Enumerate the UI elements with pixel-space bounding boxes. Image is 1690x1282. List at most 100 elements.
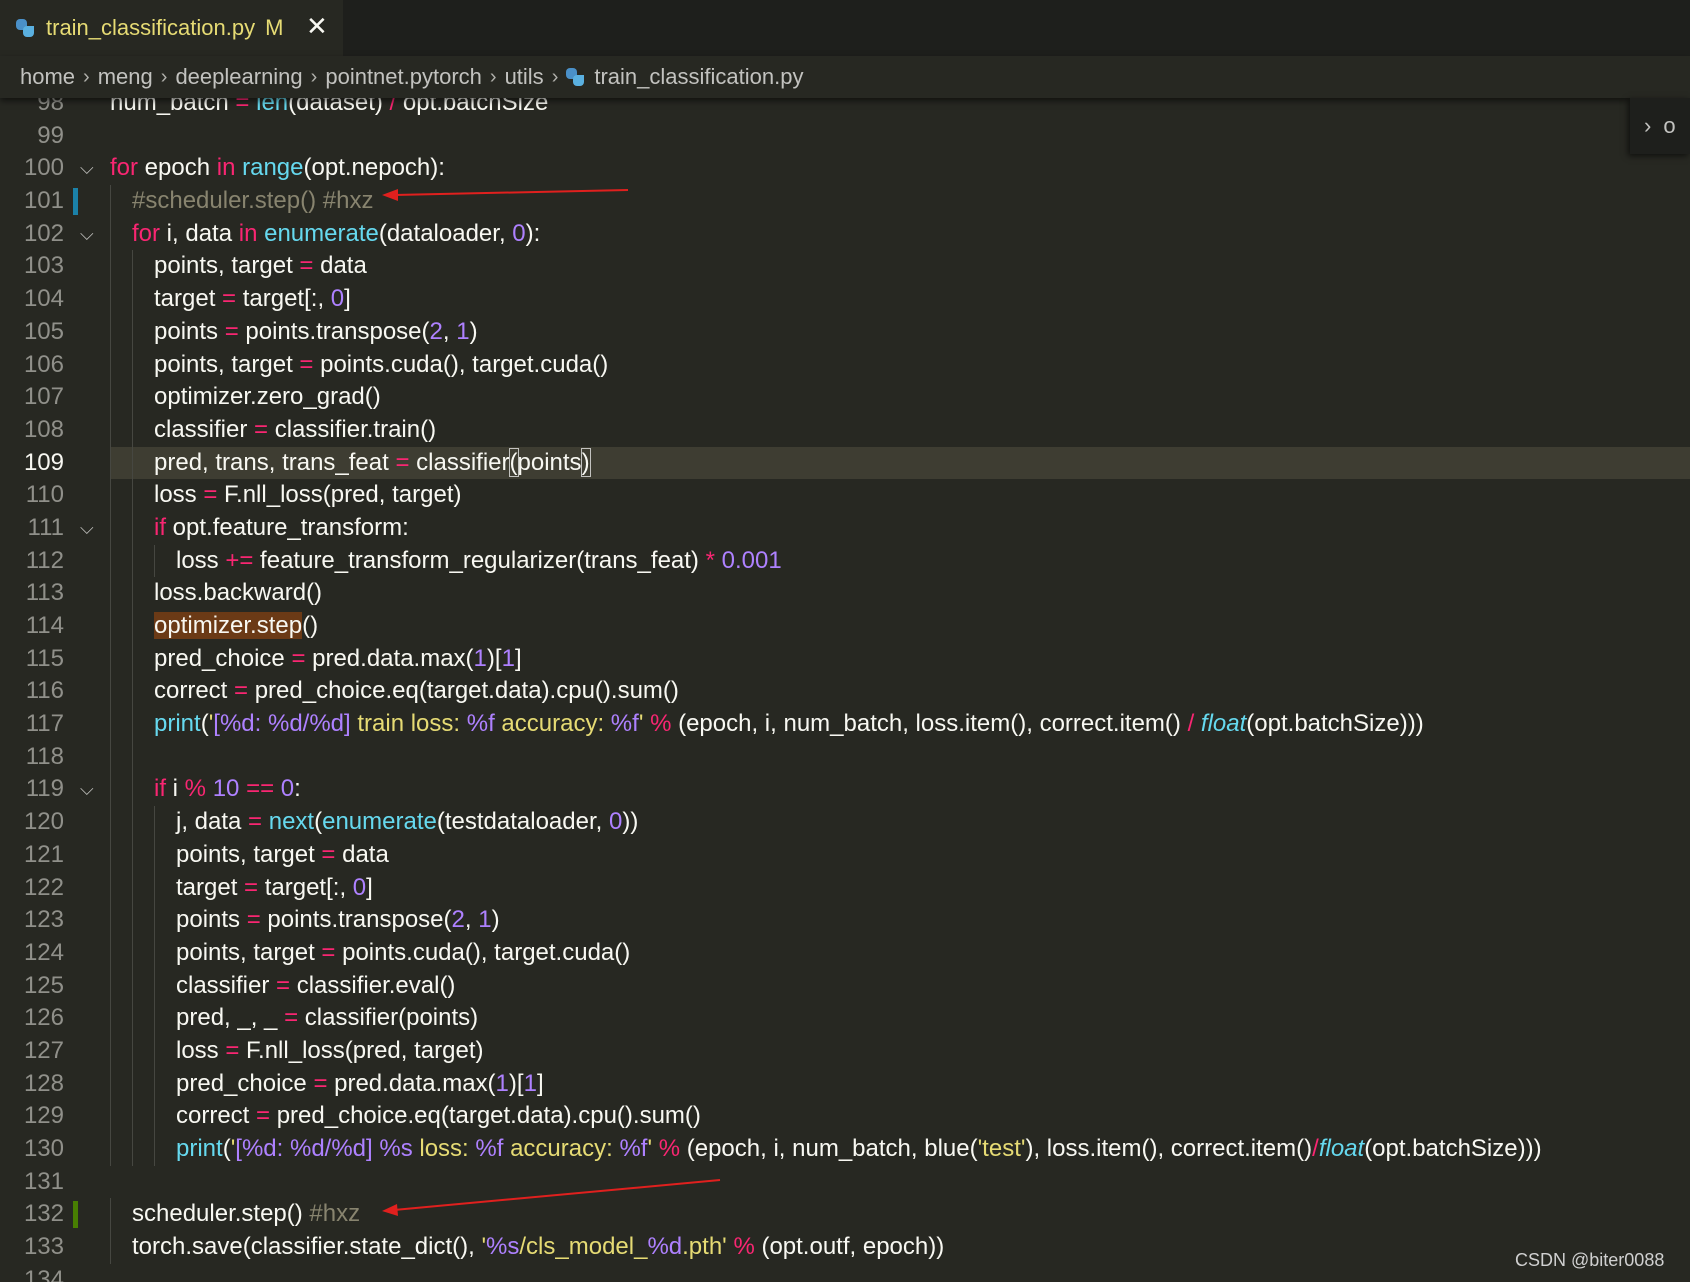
indent-guide <box>132 904 133 937</box>
code-editor[interactable]: 98 num_batch = len(dataset) / opt.batchSi… <box>0 98 1690 1282</box>
code-line[interactable]: 128 pred_choice = pred.data.max(1)[1] <box>0 1067 1690 1101</box>
code-text: correct = pred_choice.eq(target.data).cp… <box>154 675 679 708</box>
code-line[interactable]: 112 loss += feature_transform_regularizer… <box>0 544 1690 578</box>
code-token: pred_choice <box>176 1069 314 1097</box>
code-token: #scheduler.step() #hxz <box>132 187 374 215</box>
code-token: % <box>733 1233 755 1261</box>
code-token: += <box>225 546 254 574</box>
indent-guide <box>154 1067 155 1101</box>
breadcrumb-item-meng[interactable]: meng <box>98 64 153 90</box>
code-line[interactable]: 130 print('[%d: %d/%d] %s loss: %f accura… <box>0 1133 1690 1166</box>
code-line[interactable]: 108 classifier = classifier.train() <box>0 413 1690 447</box>
code-text: for i, data in enumerate(dataloader, 0): <box>132 218 540 251</box>
code-line[interactable]: 110 loss = F.nll_loss(pred, target) <box>0 479 1690 512</box>
code-line[interactable]: 132 scheduler.step() #hxz <box>0 1198 1690 1232</box>
code-line[interactable]: 115 pred_choice = pred.data.max(1)[1] <box>0 642 1690 676</box>
line-number: 111 <box>27 513 64 541</box>
code-line[interactable]: 109 pred, trans, trans_feat = classifier(… <box>0 446 1690 480</box>
indent-guide <box>132 479 133 512</box>
code-line[interactable]: 98 num_batch = len(dataset) / opt.batchSi… <box>0 98 1690 120</box>
fold-chevron-icon[interactable]: ⌵ <box>80 773 94 806</box>
modified-line-marker[interactable] <box>73 188 78 216</box>
code-line[interactable]: 125 classifier = classifier.eval() <box>0 969 1690 1003</box>
indent-guide <box>110 544 111 578</box>
code-line[interactable]: 121 points, target = data <box>0 838 1690 872</box>
code-token: = <box>203 481 218 509</box>
code-line[interactable]: 120 j, data = next(enumerate(testdataload… <box>0 806 1690 839</box>
line-number: 123 <box>23 906 64 934</box>
code-line[interactable]: 126 pred, _, _ = classifier(points) <box>0 1002 1690 1035</box>
code-line[interactable]: 114 optimizer.step() <box>0 610 1690 643</box>
chevron-right-icon: › <box>551 65 559 88</box>
code-token: (testdataloader, <box>436 808 609 836</box>
indent-guide <box>132 806 133 839</box>
code-line[interactable]: 113 loss.backward() <box>0 577 1690 610</box>
code-text: points, target = points.cuda(), target.c… <box>154 349 608 382</box>
code-line[interactable]: 129 correct = pred_choice.eq(target.data)… <box>0 1100 1690 1133</box>
code-line[interactable]: 127 loss = F.nll_loss(pred, target) <box>0 1034 1690 1068</box>
fold-chevron-icon[interactable]: ⌵ <box>80 152 94 185</box>
code-line[interactable]: 101 #scheduler.step() #hxz <box>0 185 1690 218</box>
code-token: 1 <box>473 644 487 672</box>
added-line-marker[interactable] <box>73 1201 78 1229</box>
code-line[interactable]: 134 <box>0 1264 1690 1282</box>
code-token: ( <box>508 447 519 477</box>
indent-guide <box>132 250 133 284</box>
outline-panel-toggle[interactable]: › o <box>1630 98 1690 154</box>
fold-chevron-icon[interactable]: ⌵ <box>80 218 94 251</box>
code-line[interactable]: 124 points, target = points.cuda(), targe… <box>0 936 1690 970</box>
code-line[interactable]: 122 target = target[:, 0] <box>0 871 1690 905</box>
breadcrumb-item-file[interactable]: train_classification.py <box>594 64 803 90</box>
code-line[interactable]: 133 torch.save(classifier.state_dict(), '… <box>0 1231 1690 1264</box>
line-number: 115 <box>25 644 64 672</box>
indent-guide <box>110 479 111 512</box>
code-line[interactable]: 103 points, target = data <box>0 250 1690 284</box>
indent-guide <box>110 283 111 316</box>
code-line[interactable]: 105 points = points.transpose(2, 1) <box>0 315 1690 349</box>
editor-tab[interactable]: train_classification.py M ✕ <box>0 0 343 56</box>
chevron-right-icon[interactable]: › <box>1644 113 1651 139</box>
code-token: == <box>246 775 275 803</box>
code-token: #hxz <box>309 1200 361 1228</box>
code-line[interactable]: 100 ⌵ for epoch in range(opt.nepoch): <box>0 152 1690 185</box>
code-line[interactable]: 119 ⌵ if i % 10 == 0: <box>0 773 1690 807</box>
code-line[interactable]: 131 <box>0 1166 1690 1199</box>
code-line[interactable]: 107 optimizer.zero_grad() <box>0 381 1690 414</box>
indent-guide <box>110 871 111 905</box>
breadcrumb-item-utils[interactable]: utils <box>505 64 544 90</box>
breadcrumb-item-pointnet[interactable]: pointnet.pytorch <box>325 64 482 90</box>
indent-guide <box>110 1034 111 1068</box>
code-token: % <box>658 1135 681 1162</box>
breadcrumb-item-home[interactable]: home <box>20 64 75 90</box>
breadcrumb-item-deeplearning[interactable]: deeplearning <box>175 64 302 90</box>
code-token: points.cuda(), target.cuda() <box>335 938 631 966</box>
fold-chevron-icon[interactable]: ⌵ <box>80 512 94 545</box>
code-line[interactable]: 104 target = target[:, 0] <box>0 283 1690 316</box>
code-line[interactable]: 116 correct = pred_choice.eq(target.data)… <box>0 675 1690 709</box>
code-text: loss.backward() <box>154 577 322 610</box>
code-token: opt.batchSize <box>396 98 549 116</box>
code-line[interactable]: 118 <box>0 740 1690 774</box>
code-token: ] <box>536 1069 544 1097</box>
indent-guide <box>110 1133 111 1166</box>
code-token: pred_choice.eq(target.data).cpu().sum() <box>248 677 679 705</box>
code-line[interactable]: 111 ⌵ if opt.feature_transform: <box>0 511 1690 545</box>
indent-guide <box>132 381 133 414</box>
close-icon[interactable]: ✕ <box>306 11 328 42</box>
indent-guide <box>110 838 111 872</box>
code-token: pred_choice <box>154 644 292 672</box>
code-token: 2 <box>451 906 465 934</box>
code-line[interactable]: 106 points, target = points.cuda(), targe… <box>0 348 1690 382</box>
code-line[interactable]: 99 <box>0 120 1690 153</box>
code-token: 1 <box>478 906 492 934</box>
code-token: = <box>276 971 291 999</box>
line-number: 101 <box>23 187 64 215</box>
code-token: ( <box>222 1135 231 1162</box>
code-line[interactable]: 102 ⌵ for i, data in enumerate(dataloader,… <box>0 217 1690 251</box>
code-line[interactable]: 123 points = points.transpose(2, 1) <box>0 904 1690 937</box>
code-token: classifier <box>154 415 255 443</box>
code-line[interactable]: 117 print('[%d: %d/%d] train loss: %f acc… <box>0 708 1690 741</box>
code-text: print('[%d: %d/%d] train loss: %f accura… <box>154 708 1424 741</box>
indent-guide <box>132 283 133 316</box>
